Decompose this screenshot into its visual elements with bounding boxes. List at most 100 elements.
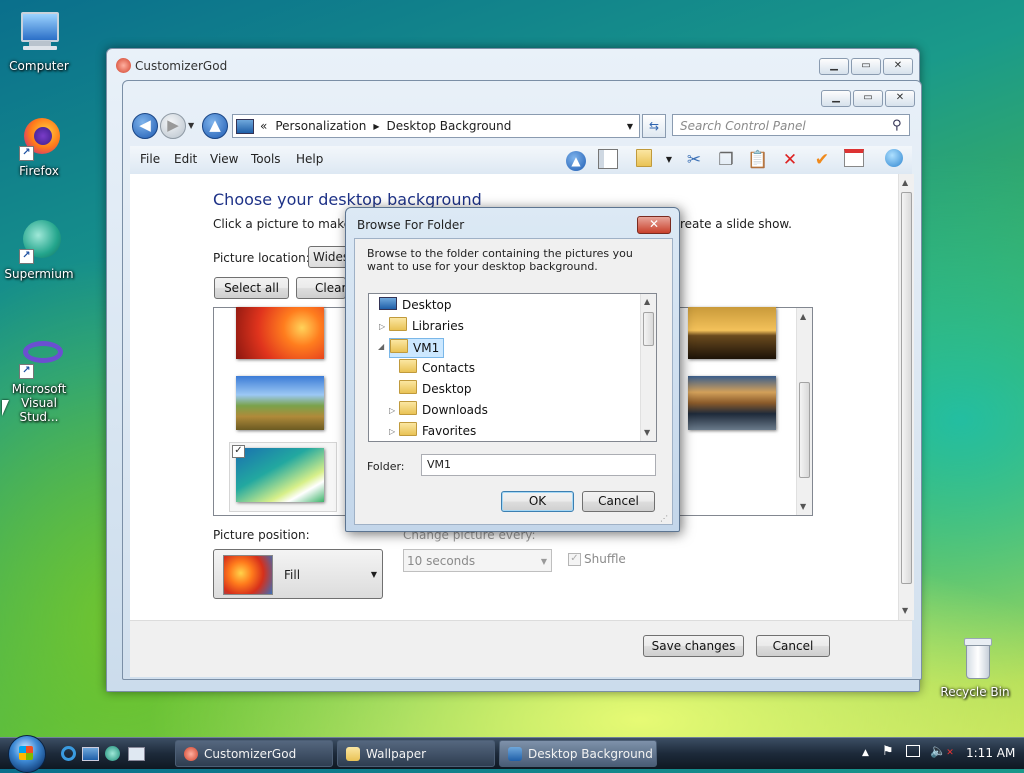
scroll-down-icon[interactable]: ▼ xyxy=(644,428,650,437)
scroll-up-icon[interactable]: ▲ xyxy=(644,297,650,306)
change-picture-select[interactable]: 10 seconds ▼ xyxy=(403,549,552,572)
address-dropdown-icon[interactable]: ▼ xyxy=(627,122,633,131)
folder-tree[interactable]: Desktop ▷ Libraries ◢ VM1 Contacts Deskt… xyxy=(368,293,657,442)
expand-arrow-icon[interactable]: ▷ xyxy=(379,322,385,331)
folder-options-dropdown-icon[interactable]: ▼ xyxy=(657,149,681,171)
minimize-button[interactable]: ▁ xyxy=(819,58,849,75)
show-hidden-icons-icon[interactable]: ▲ xyxy=(862,748,869,758)
supermium-quicklaunch-icon[interactable] xyxy=(105,746,120,761)
thumbnail-checkbox[interactable]: ✓ xyxy=(232,445,245,458)
control-panel-icon xyxy=(508,747,522,761)
breadcrumb-desktop-background[interactable]: Desktop Background xyxy=(386,119,511,133)
desktop-icon-supermium[interactable]: ↗ Supermium xyxy=(0,218,81,281)
desktop-icon-computer[interactable]: Computer xyxy=(0,10,81,73)
volume-muted-icon[interactable]: 🔈✕ xyxy=(930,744,954,759)
wallpaper-thumbnail-rocks-sunset[interactable] xyxy=(688,307,776,359)
address-bar[interactable]: « Personalization ▶ Desktop Background ▼ xyxy=(232,114,640,138)
cut-icon[interactable]: ✂ xyxy=(682,149,706,171)
ok-button[interactable]: OK xyxy=(501,491,574,512)
up-button[interactable]: ▲ xyxy=(202,113,228,139)
tree-item-contacts[interactable]: Contacts xyxy=(399,359,475,377)
tree-item-vm1[interactable]: VM1 xyxy=(389,338,445,358)
expand-arrow-icon[interactable]: ▷ xyxy=(389,406,395,415)
back-button[interactable]: ◀ xyxy=(132,113,158,139)
up-arrow-icon[interactable]: ▲ xyxy=(564,149,588,171)
menu-view[interactable]: View xyxy=(210,152,238,166)
tree-item-desktop[interactable]: Desktop xyxy=(379,296,452,314)
content-scrollbar[interactable]: ▲ ▼ xyxy=(898,174,914,620)
cancel-button[interactable]: Cancel xyxy=(756,635,830,657)
wallpaper-thumbnail-mountain-lake[interactable] xyxy=(688,376,776,430)
menu-tools[interactable]: Tools xyxy=(251,152,281,166)
wallpaper-thumbnail-flower[interactable] xyxy=(236,307,324,359)
maximize-button[interactable]: ▭ xyxy=(853,90,883,107)
close-button[interactable]: ✕ xyxy=(883,58,913,75)
picture-position-select[interactable]: Fill ▼ xyxy=(213,549,383,599)
scroll-down-icon[interactable]: ▼ xyxy=(800,502,806,511)
expand-arrow-icon[interactable]: ▷ xyxy=(389,427,395,436)
copy-icon[interactable]: ❐ xyxy=(714,149,738,171)
resize-grip-icon[interactable]: ⋰ xyxy=(660,514,668,523)
clock[interactable]: 1:11 AM xyxy=(966,746,1015,760)
gallery-scrollbar[interactable]: ▲ ▼ xyxy=(796,308,812,515)
menu-file[interactable]: File xyxy=(140,152,160,166)
picture-location-select[interactable]: Wides xyxy=(308,246,348,268)
action-center-flag-icon[interactable]: ⚑ xyxy=(882,744,894,759)
dialog-cancel-button[interactable]: Cancel xyxy=(582,491,655,512)
breadcrumb-prefix[interactable]: « xyxy=(260,119,267,133)
scroll-thumb[interactable] xyxy=(901,192,912,584)
internet-explorer-icon[interactable] xyxy=(61,746,76,761)
close-button[interactable]: ✕ xyxy=(637,216,671,234)
tree-item-downloads[interactable]: Downloads xyxy=(399,401,488,419)
folder-options-icon[interactable] xyxy=(634,149,658,171)
menu-help[interactable]: Help xyxy=(296,152,323,166)
tree-item-libraries[interactable]: Libraries xyxy=(389,317,464,335)
desktop-icon-visual-studio[interactable]: ↗ Microsoft Visual Stud... xyxy=(0,333,81,424)
visual-studio-icon: ↗ xyxy=(15,333,63,379)
recent-pages-dropdown[interactable]: ▼ xyxy=(188,121,194,130)
maximize-button[interactable]: ▭ xyxy=(851,58,881,75)
computer-icon xyxy=(15,10,63,56)
save-changes-button[interactable]: Save changes xyxy=(643,635,744,657)
scroll-thumb[interactable] xyxy=(799,382,810,478)
taskbar: CustomizerGod Wallpaper Desktop Backgrou… xyxy=(0,735,1024,773)
properties-icon[interactable] xyxy=(842,149,866,171)
wallpaper-thumbnail-hills[interactable] xyxy=(236,376,324,430)
scroll-thumb[interactable] xyxy=(643,312,654,346)
start-button[interactable] xyxy=(8,735,46,773)
taskbar-button-customizergod[interactable]: CustomizerGod xyxy=(175,740,333,767)
show-desktop-icon[interactable] xyxy=(82,747,99,761)
network-icon[interactable] xyxy=(906,745,920,757)
taskbar-button-wallpaper[interactable]: Wallpaper xyxy=(337,740,495,767)
paste-icon[interactable]: 📋 xyxy=(746,149,770,171)
select-all-button[interactable]: Select all xyxy=(214,277,289,299)
forward-button[interactable]: ▶ xyxy=(160,113,186,139)
shuffle-checkbox[interactable]: ✓ xyxy=(568,553,581,566)
delete-icon[interactable]: ✕ xyxy=(778,149,802,171)
menu-edit[interactable]: Edit xyxy=(174,152,197,166)
checkmark-icon[interactable]: ✔ xyxy=(810,149,834,171)
folder-input[interactable]: VM1 xyxy=(421,454,656,476)
globe-icon[interactable] xyxy=(882,149,906,171)
panes-icon[interactable] xyxy=(596,149,620,171)
close-button[interactable]: ✕ xyxy=(885,90,915,107)
tree-scrollbar[interactable]: ▲ ▼ xyxy=(640,294,656,441)
search-icon[interactable]: ⚲ xyxy=(892,118,902,133)
collapse-arrow-icon[interactable]: ◢ xyxy=(378,342,384,351)
breadcrumb-personalization[interactable]: Personalization xyxy=(275,119,366,133)
scroll-up-icon[interactable]: ▲ xyxy=(902,178,908,187)
scroll-down-icon[interactable]: ▼ xyxy=(902,606,908,615)
wallpaper-thumbnail-aurora[interactable] xyxy=(236,448,324,502)
scroll-up-icon[interactable]: ▲ xyxy=(800,312,806,321)
tree-item-favorites[interactable]: Favorites xyxy=(399,422,476,440)
minimize-button[interactable]: ▁ xyxy=(821,90,851,107)
tree-item-desktop-folder[interactable]: Desktop xyxy=(399,380,472,398)
refresh-button[interactable]: ⇆ xyxy=(642,114,666,138)
desktop-icon-firefox[interactable]: ↗ Firefox xyxy=(0,115,81,178)
desktop-icon-recycle-bin[interactable]: Recycle Bin xyxy=(933,636,1017,699)
taskbar-button-desktop-background[interactable]: Desktop Background xyxy=(499,740,657,767)
customizergod-app-icon xyxy=(184,747,198,761)
switch-windows-icon[interactable] xyxy=(128,747,145,761)
clear-all-button[interactable]: Clear xyxy=(296,277,346,299)
search-input[interactable]: Search Control Panel xyxy=(672,114,910,136)
